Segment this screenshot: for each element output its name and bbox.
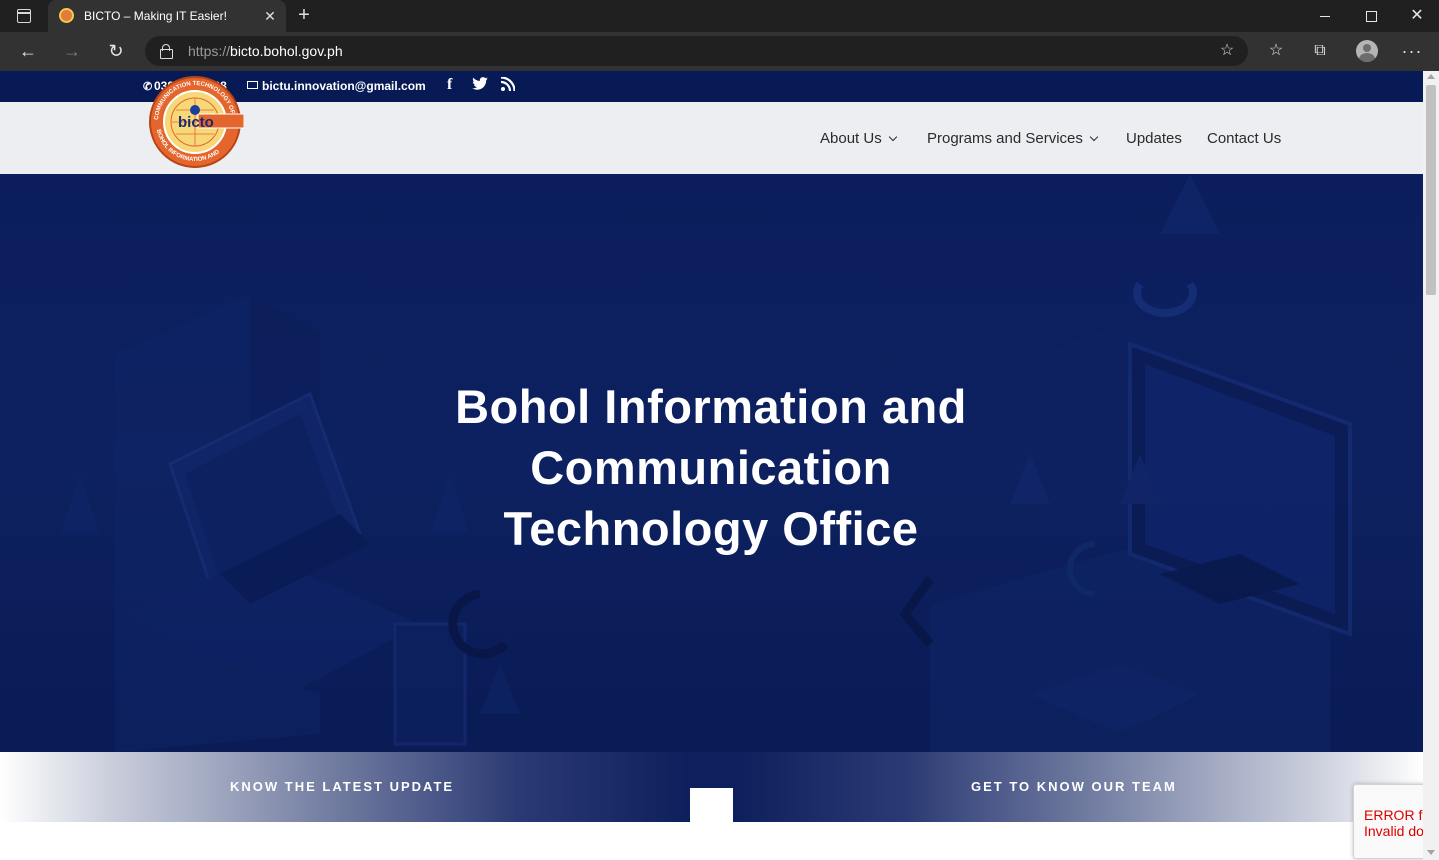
recaptcha-error: ERROR for Invalid do — [1364, 807, 1423, 839]
collections-icon[interactable]: ⧉ — [1305, 38, 1335, 64]
our-team-button[interactable]: GET TO KNOW OUR TEAM — [733, 752, 1423, 822]
reload-icon[interactable]: ↻ — [101, 36, 131, 66]
twitter-icon[interactable] — [472, 77, 488, 93]
hero-title-line: Technology Office — [503, 502, 919, 555]
back-icon[interactable]: ← — [13, 36, 43, 66]
logo-text: bicto — [178, 114, 214, 131]
recaptcha-badge[interactable]: ERROR for Invalid do — [1353, 784, 1423, 859]
page-viewport: ✆038.411.0138 bictu.innovation@gmail.com… — [0, 71, 1423, 860]
nav-contact-us[interactable]: Contact Us — [1207, 130, 1281, 147]
latest-update-button[interactable]: KNOW THE LATEST UPDATE — [0, 752, 690, 822]
url-text[interactable]: https://bicto.bohol.gov.ph — [188, 43, 343, 59]
recaptcha-error-line: Invalid do — [1364, 823, 1423, 839]
url-host: bicto.bohol.gov.ph — [230, 43, 343, 59]
nav-label: Programs and Services — [927, 130, 1083, 147]
cta-label: KNOW THE LATEST UPDATE — [230, 779, 455, 794]
chevron-down-icon — [1089, 132, 1099, 142]
rss-icon[interactable] — [500, 76, 516, 94]
facebook-icon[interactable]: f — [447, 76, 452, 94]
lock-icon[interactable] — [160, 44, 173, 59]
email-link[interactable]: bictu.innovation@gmail.com — [247, 79, 426, 93]
cta-row: KNOW THE LATEST UPDATE GET TO KNOW OUR T… — [0, 752, 1423, 822]
mail-icon — [247, 81, 258, 89]
scroll-up-icon[interactable] — [1427, 74, 1435, 79]
tab-actions-icon[interactable] — [8, 6, 40, 26]
hero-title-line: Bohol Information and — [455, 380, 967, 433]
cta-divider — [690, 752, 733, 788]
favicon — [59, 8, 74, 23]
minimize-icon[interactable] — [1302, 0, 1348, 32]
site-logo[interactable]: COMMUNICATION TECHNOLOGY OFFICE BOHOL IN… — [144, 72, 245, 168]
email-address: bictu.innovation@gmail.com — [262, 79, 426, 93]
hero-banner: Bohol Information and Communication Tech… — [0, 174, 1423, 752]
browser-tab-strip: BICTO – Making IT Easier! ✕ + ✕ — [0, 0, 1439, 32]
tab-title: BICTO – Making IT Easier! — [84, 9, 227, 23]
page-scrollbar[interactable] — [1423, 71, 1439, 860]
plus-icon[interactable]: + — [293, 5, 315, 27]
close-window-icon[interactable]: ✕ — [1394, 0, 1439, 32]
nav-programs-services[interactable]: Programs and Services — [927, 130, 1099, 147]
more-icon[interactable]: ··· — [1397, 38, 1427, 64]
profile-icon[interactable] — [1353, 38, 1383, 64]
address-bar[interactable]: https://bicto.bohol.gov.ph ☆ — [145, 36, 1248, 66]
favorites-icon[interactable]: ☆ — [1261, 38, 1291, 64]
nav-updates[interactable]: Updates — [1126, 130, 1182, 147]
close-icon[interactable]: ✕ — [262, 7, 278, 25]
browser-tab[interactable]: BICTO – Making IT Easier! ✕ — [48, 0, 286, 32]
browser-toolbar: ← → ↻ https://bicto.bohol.gov.ph ☆ ☆ ⧉ ·… — [0, 32, 1439, 71]
scroll-thumb[interactable] — [1426, 85, 1436, 295]
recaptcha-error-line: ERROR for — [1364, 807, 1423, 823]
hero-title-line: Communication — [530, 441, 892, 494]
hero-title: Bohol Information and Communication Tech… — [411, 376, 1011, 559]
scroll-down-icon[interactable] — [1427, 850, 1435, 855]
cta-label: GET TO KNOW OUR TEAM — [971, 779, 1177, 794]
url-scheme: https:// — [188, 43, 231, 59]
maximize-icon[interactable] — [1348, 0, 1394, 32]
add-favorite-icon[interactable]: ☆ — [1216, 41, 1238, 61]
forward-icon: → — [63, 41, 81, 61]
nav-label: About Us — [820, 130, 882, 147]
nav-about-us[interactable]: About Us — [820, 130, 897, 147]
chevron-down-icon — [888, 132, 897, 142]
